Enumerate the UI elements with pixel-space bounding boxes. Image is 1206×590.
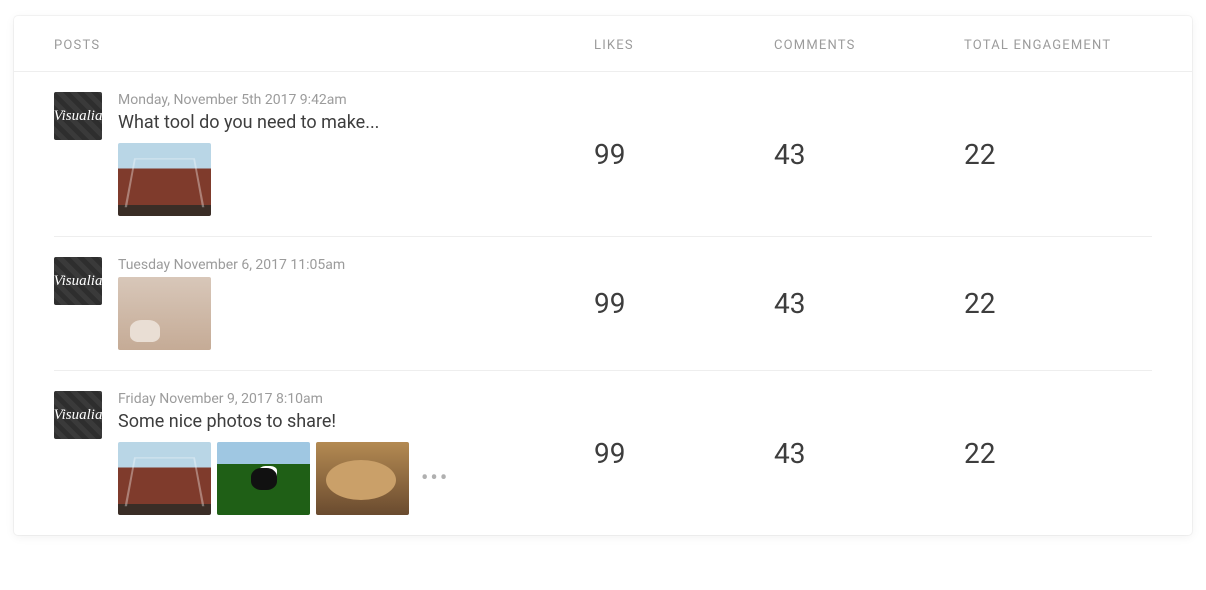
more-thumbnails-icon[interactable]: ••• <box>415 466 449 491</box>
post-title: What tool do you need to make... <box>118 112 379 133</box>
post-timestamp: Friday November 9, 2017 8:10am <box>118 391 449 407</box>
post-thumbnails: ••• <box>118 442 449 515</box>
post-thumbnail[interactable] <box>118 442 211 515</box>
col-header-posts: POSTS <box>54 38 594 53</box>
likes-value: 99 <box>594 138 774 171</box>
total-value: 22 <box>964 437 1164 470</box>
likes-value: 99 <box>594 437 774 470</box>
table-body: Visualia Monday, November 5th 2017 9:42a… <box>14 72 1192 535</box>
total-value: 22 <box>964 138 1164 171</box>
table-row[interactable]: Visualia Monday, November 5th 2017 9:42a… <box>54 72 1152 237</box>
col-header-total: TOTAL ENGAGEMENT <box>964 38 1164 53</box>
comments-value: 43 <box>774 287 964 320</box>
col-header-comments: COMMENTS <box>774 38 964 53</box>
table-row[interactable]: Visualia Friday November 9, 2017 8:10am … <box>54 371 1152 535</box>
avatar[interactable]: Visualia <box>54 391 102 439</box>
post-thumbnail[interactable] <box>118 277 211 350</box>
post-title: Some nice photos to share! <box>118 411 449 432</box>
total-value: 22 <box>964 287 1164 320</box>
post-thumbnails <box>118 143 379 216</box>
post-thumbnail[interactable] <box>316 442 409 515</box>
posts-table-card: POSTS LIKES COMMENTS TOTAL ENGAGEMENT Vi… <box>14 16 1192 535</box>
post-timestamp: Monday, November 5th 2017 9:42am <box>118 92 379 108</box>
post-timestamp: Tuesday November 6, 2017 11:05am <box>118 257 345 273</box>
post-thumbnails <box>118 277 345 350</box>
comments-value: 43 <box>774 138 964 171</box>
avatar[interactable]: Visualia <box>54 92 102 140</box>
table-header: POSTS LIKES COMMENTS TOTAL ENGAGEMENT <box>14 16 1192 72</box>
table-row[interactable]: Visualia Tuesday November 6, 2017 11:05a… <box>54 237 1152 371</box>
avatar[interactable]: Visualia <box>54 257 102 305</box>
col-header-likes: LIKES <box>594 38 774 53</box>
post-thumbnail[interactable] <box>118 143 211 216</box>
post-thumbnail[interactable] <box>217 442 310 515</box>
likes-value: 99 <box>594 287 774 320</box>
comments-value: 43 <box>774 437 964 470</box>
